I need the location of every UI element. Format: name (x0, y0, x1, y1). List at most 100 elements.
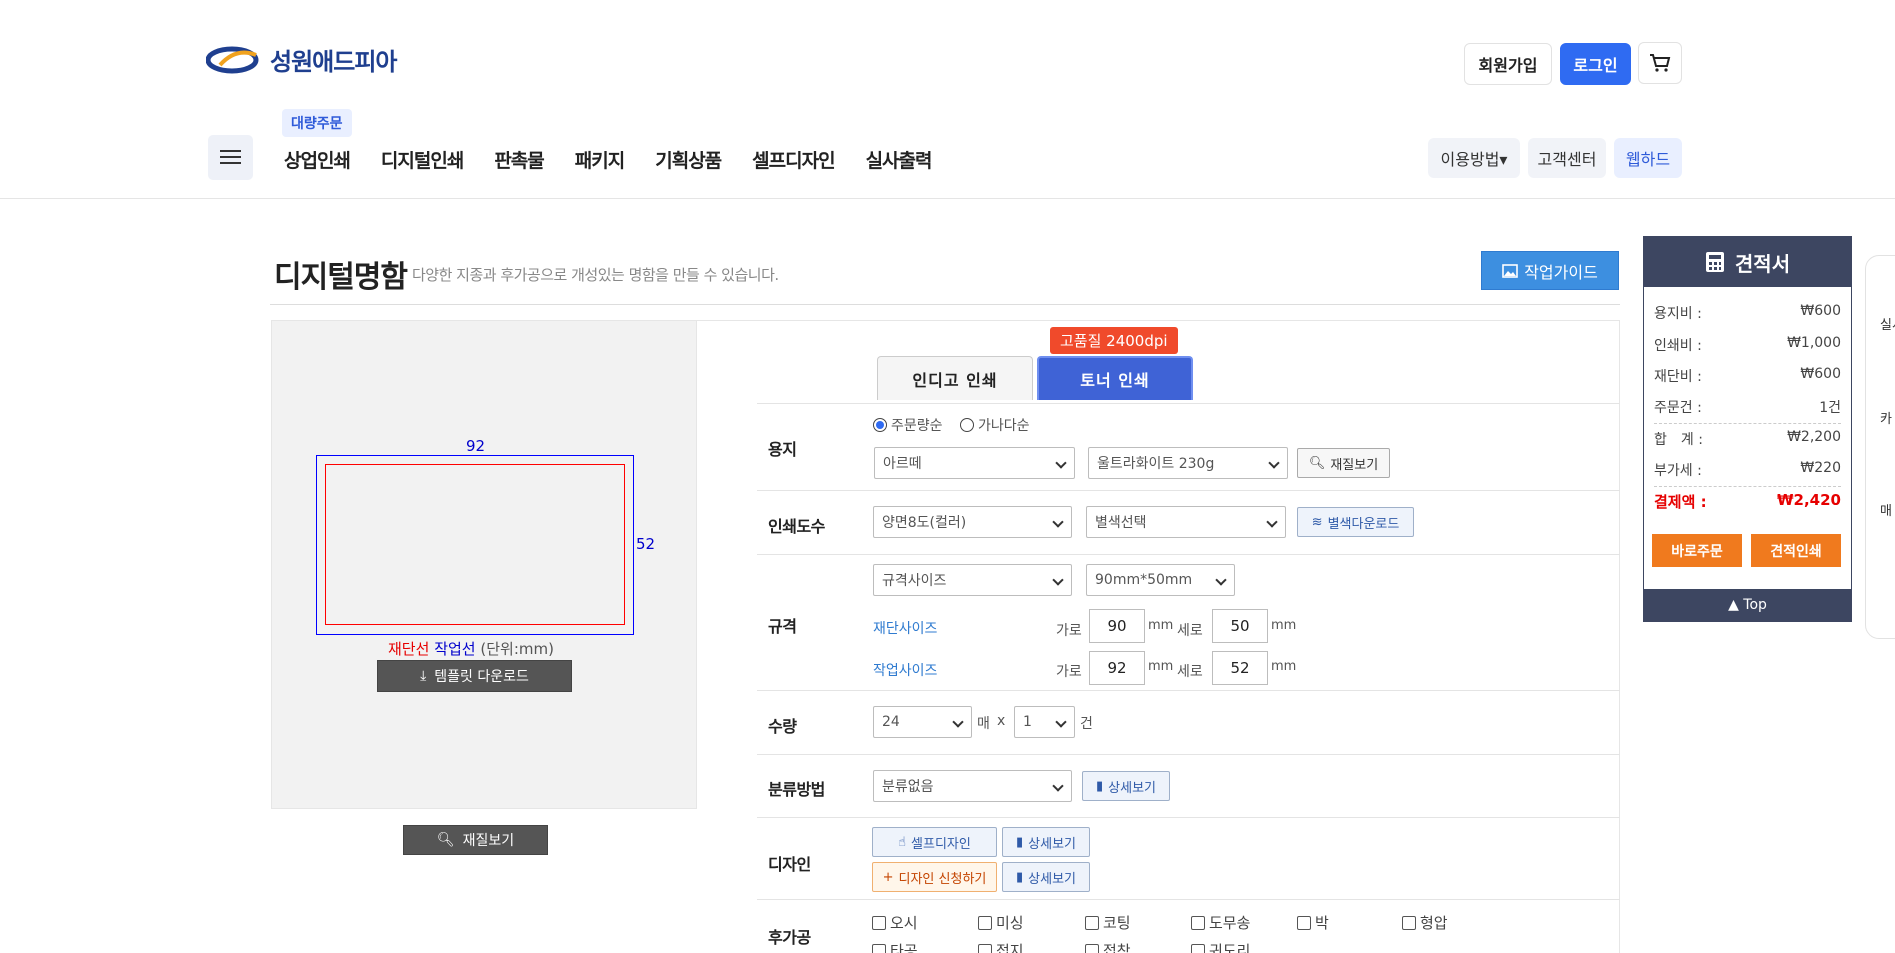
sheets-select[interactable]: 24 (873, 706, 972, 738)
post-option-checkbox[interactable]: 오시 (872, 912, 918, 933)
post-process-label: 후가공 (768, 928, 811, 947)
self-design-detail-button[interactable]: ▮ 상세보기 (1002, 827, 1090, 857)
tab-indigo[interactable]: 인디고 인쇄 (877, 356, 1033, 400)
work-height-input[interactable]: 52 (1212, 651, 1268, 685)
count-select[interactable]: 1 (1014, 706, 1075, 738)
sort-detail-button[interactable]: ▮ 상세보기 (1082, 771, 1170, 801)
nav-item-promo[interactable]: 판촉물 (494, 146, 544, 173)
sheets-unit: 매 (977, 716, 990, 732)
signup-button[interactable]: 회원가입 (1464, 43, 1552, 85)
order-now-button[interactable]: 바로주문 (1652, 534, 1742, 567)
line-legend: 재단선 작업선 (단위:mm) (388, 638, 554, 659)
post-option-checkbox[interactable]: 형압 (1402, 912, 1448, 933)
work-size-label: 작업사이즈 (873, 663, 938, 679)
post-option-checkbox[interactable]: 접착 (1085, 940, 1131, 953)
nav-item-digital[interactable]: 디지털인쇄 (381, 146, 464, 173)
side-quick-item[interactable]: 실시 (1880, 314, 1895, 333)
post-option-label: 귀도리 (1209, 942, 1251, 953)
checkbox-icon (1085, 915, 1099, 930)
work-guide-button[interactable]: 작업가이드 (1481, 251, 1619, 290)
post-option-checkbox[interactable]: 코팅 (1085, 912, 1131, 933)
estimate-row: 부가세 : ₩220 (1654, 460, 1841, 487)
post-option-checkbox[interactable]: 타공 (872, 940, 918, 953)
sort-method-select[interactable]: 분류없음 (873, 770, 1072, 802)
cut-height-input[interactable]: 50 (1212, 609, 1268, 643)
estimate-header: 견적서 (1644, 237, 1851, 287)
design-request-button[interactable]: + 디자인 신청하기 (872, 862, 997, 892)
design-request-detail-label: 상세보기 (1028, 871, 1076, 887)
work-width-input[interactable]: 92 (1089, 651, 1145, 685)
template-download-button[interactable]: ⤓ 템플릿 다운로드 (377, 660, 572, 692)
nav-item-package[interactable]: 패키지 (575, 146, 625, 173)
logo-swoosh-icon (206, 46, 259, 73)
login-button[interactable]: 로그인 (1560, 43, 1631, 85)
spot-download-button[interactable]: ≋ 별색다운로드 (1297, 507, 1414, 537)
sort-by-alpha-radio[interactable]: 가나다순 (960, 415, 1030, 435)
unit-legend: (단위:mm) (480, 640, 554, 658)
header-divider (0, 198, 1895, 199)
how-to-menu[interactable]: 이용방법▾ (1428, 138, 1520, 178)
checkbox-icon (872, 943, 886, 953)
row-divider (757, 899, 1620, 900)
mm-unit: mm (1148, 618, 1174, 633)
design-request-detail-button[interactable]: ▮ 상세보기 (1002, 862, 1090, 892)
side-quick-item[interactable]: 카 (1880, 408, 1892, 427)
tab-toner[interactable]: 토너 인쇄 (1037, 356, 1193, 400)
spot-color-select[interactable]: 별색선택 (1086, 506, 1286, 538)
print-colors-select[interactable]: 양면8도(컬러) (873, 506, 1072, 538)
post-option-label: 코팅 (1103, 914, 1131, 932)
size-preset-select[interactable]: 90mm*50mm (1086, 564, 1235, 596)
site-logo[interactable]: 성원애드피아 (206, 42, 397, 77)
post-option-label: 접착 (1103, 942, 1131, 953)
post-option-checkbox[interactable]: 접지 (978, 940, 1024, 953)
row-divider (757, 817, 1620, 818)
post-option-checkbox[interactable]: 귀도리 (1191, 940, 1250, 953)
sort-by-qty-label: 주문량순 (891, 418, 943, 434)
paper-material-button[interactable]: 🔍︎ 재질보기 (1297, 448, 1390, 478)
row-divider (757, 554, 1620, 555)
design-request-label: 디자인 신청하기 (898, 871, 987, 887)
scroll-top-button[interactable]: ▲ Top (1644, 589, 1851, 621)
estimate-total-label: 결제액 : (1654, 493, 1707, 511)
paper-weight-select[interactable]: 울트라화이트 230g (1088, 447, 1288, 479)
estimate-title: 견적서 (1734, 251, 1791, 276)
sort-method-label: 분류방법 (768, 780, 825, 799)
work-guide-label: 작업가이드 (1524, 262, 1598, 282)
layers-icon: ≋ (1311, 514, 1323, 530)
sort-by-qty-radio[interactable]: 주문량순 (873, 415, 943, 435)
post-option-label: 도무송 (1209, 914, 1251, 932)
estimate-row: 인쇄비 : ₩1,000 (1654, 335, 1841, 355)
estimate-row: 용지비 : ₩600 (1654, 303, 1841, 323)
post-option-checkbox[interactable]: 도무송 (1191, 912, 1250, 933)
post-option-label: 오시 (890, 914, 918, 932)
material-view-button[interactable]: 🔍︎ 재질보기 (403, 825, 548, 855)
nav-item-large-print[interactable]: 실사출력 (866, 146, 933, 173)
cut-width-input[interactable]: 90 (1089, 609, 1145, 643)
cart-button[interactable] (1638, 42, 1682, 84)
checkbox-icon (978, 915, 992, 930)
radio-icon (960, 418, 974, 432)
post-option-checkbox[interactable]: 박 (1297, 912, 1329, 933)
paper-type-select[interactable]: 아르떼 (874, 447, 1075, 479)
support-link[interactable]: 고객센터 (1528, 138, 1606, 178)
bulk-order-badge[interactable]: 대량주문 (282, 109, 352, 137)
post-option-checkbox[interactable]: 미싱 (978, 912, 1024, 933)
nav-item-commercial[interactable]: 상업인쇄 (284, 146, 351, 173)
estimate-row: 주문건 : 1건 (1654, 397, 1841, 424)
estimate-key: 부가세 : (1654, 463, 1702, 479)
estimate-value: 1건 (1819, 400, 1841, 416)
menu-button[interactable] (208, 135, 253, 180)
size-type-select[interactable]: 규격사이즈 (873, 564, 1072, 596)
nav-item-special[interactable]: 기획상품 (655, 146, 722, 173)
hamburger-icon (220, 150, 241, 152)
post-option-label: 박 (1315, 914, 1329, 932)
nav-item-self-design[interactable]: 셀프디자인 (752, 146, 835, 173)
print-estimate-button[interactable]: 견적인쇄 (1751, 534, 1841, 567)
webhard-link[interactable]: 웹하드 (1614, 138, 1682, 178)
sort-by-alpha-label: 가나다순 (978, 418, 1030, 434)
estimate-key: 인쇄비 : (1654, 338, 1702, 354)
self-design-button[interactable]: ☝ 셀프디자인 (872, 827, 997, 857)
side-quick-item[interactable]: 매 (1880, 500, 1892, 519)
work-height-label: 세로 (1177, 664, 1203, 680)
material-view-label: 재질보기 (462, 833, 515, 849)
